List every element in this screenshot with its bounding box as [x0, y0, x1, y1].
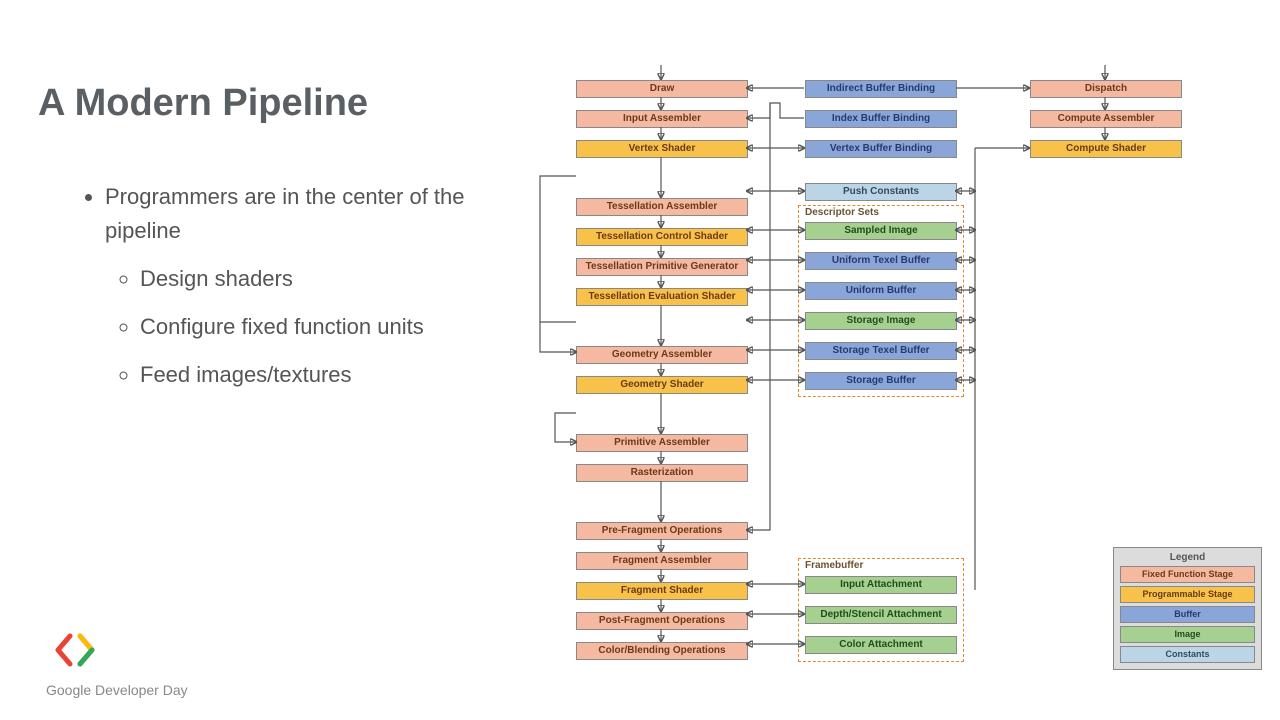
stage-vertex-shader: Vertex Shader: [576, 140, 748, 158]
legend-fixed-function: Fixed Function Stage: [1120, 566, 1255, 583]
stage-compute-assembler: Compute Assembler: [1030, 110, 1182, 128]
res-storage-buffer: Storage Buffer: [805, 372, 957, 390]
stage-rasterization: Rasterization: [576, 464, 748, 482]
descriptor-sets-label: Descriptor Sets: [805, 207, 879, 218]
stage-frag-assembler: Fragment Assembler: [576, 552, 748, 570]
res-sampled-image: Sampled Image: [805, 222, 957, 240]
legend-image: Image: [1120, 626, 1255, 643]
stage-draw: Draw: [576, 80, 748, 98]
stage-geom-assembler: Geometry Assembler: [576, 346, 748, 364]
res-uniform-texel-buffer: Uniform Texel Buffer: [805, 252, 957, 270]
developer-day-logo-icon: [54, 633, 96, 672]
res-indirect-buffer: Indirect Buffer Binding: [805, 80, 957, 98]
bullet-sub: Feed images/textures: [140, 358, 480, 392]
stage-dispatch: Dispatch: [1030, 80, 1182, 98]
res-storage-texel-buffer: Storage Texel Buffer: [805, 342, 957, 360]
bullet-sub: Configure fixed function units: [140, 310, 480, 344]
legend-programmable: Programmable Stage: [1120, 586, 1255, 603]
res-storage-image: Storage Image: [805, 312, 957, 330]
framebuffer-label: Framebuffer: [805, 560, 863, 571]
slide: A Modern Pipeline Programmers are in the…: [0, 0, 1280, 720]
res-input-attachment: Input Attachment: [805, 576, 957, 594]
stage-tess-eval: Tessellation Evaluation Shader: [576, 288, 748, 306]
slide-title: A Modern Pipeline: [38, 82, 368, 125]
stage-pre-fragment: Pre-Fragment Operations: [576, 522, 748, 540]
bullet-list: Programmers are in the center of the pip…: [80, 180, 480, 406]
stage-tess-prim: Tessellation Primitive Generator: [576, 258, 748, 276]
legend-title: Legend: [1120, 552, 1255, 563]
stage-frag-shader: Fragment Shader: [576, 582, 748, 600]
res-uniform-buffer: Uniform Buffer: [805, 282, 957, 300]
stage-color-blend: Color/Blending Operations: [576, 642, 748, 660]
stage-compute-shader: Compute Shader: [1030, 140, 1182, 158]
stage-prim-assembler: Primitive Assembler: [576, 434, 748, 452]
res-vertex-buffer: Vertex Buffer Binding: [805, 140, 957, 158]
res-push-constants: Push Constants: [805, 183, 957, 201]
legend-buffer: Buffer: [1120, 606, 1255, 623]
res-depth-stencil: Depth/Stencil Attachment: [805, 606, 957, 624]
stage-input-assembler: Input Assembler: [576, 110, 748, 128]
bullet-main: Programmers are in the center of the pip…: [105, 180, 480, 248]
res-color-attachment: Color Attachment: [805, 636, 957, 654]
legend: Legend Fixed Function Stage Programmable…: [1113, 547, 1262, 670]
legend-constants: Constants: [1120, 646, 1255, 663]
brand-caption: Google Developer Day: [46, 682, 188, 698]
bullet-sub: Design shaders: [140, 262, 480, 296]
stage-tess-control: Tessellation Control Shader: [576, 228, 748, 246]
stage-tess-assembler: Tessellation Assembler: [576, 198, 748, 216]
res-index-buffer: Index Buffer Binding: [805, 110, 957, 128]
stage-geom-shader: Geometry Shader: [576, 376, 748, 394]
stage-post-fragment: Post-Fragment Operations: [576, 612, 748, 630]
